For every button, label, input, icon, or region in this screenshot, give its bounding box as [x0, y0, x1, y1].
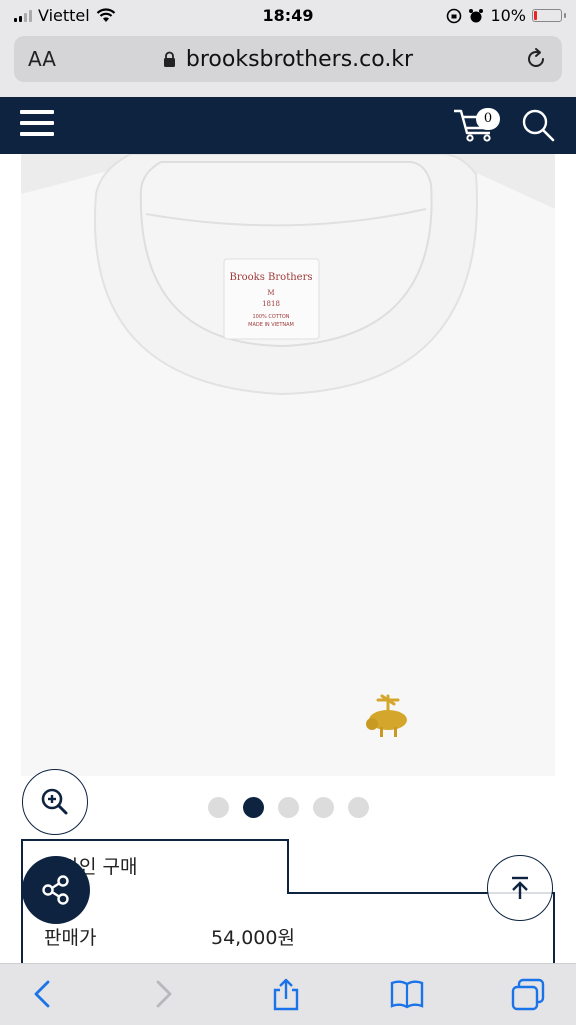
tag-brand: Brooks Brothers — [230, 272, 313, 283]
battery-icon — [532, 9, 566, 22]
carousel-dot[interactable] — [313, 797, 334, 818]
back-icon[interactable] — [30, 978, 56, 1010]
menu-icon[interactable] — [20, 110, 54, 140]
tabs-icon[interactable] — [510, 978, 546, 1012]
search-icon[interactable] — [520, 107, 556, 143]
cart-count-badge: 0 — [476, 108, 500, 130]
tshirt-illustration: Brooks Brothers M 1818 100% COTTON MADE … — [21, 154, 555, 776]
info-box-border-left — [21, 839, 23, 969]
zoom-button[interactable] — [22, 769, 88, 835]
info-box-border-step — [287, 839, 289, 894]
text-size-button[interactable]: AA — [28, 47, 56, 71]
url-domain[interactable]: brooksbrothers.co.kr — [186, 47, 413, 72]
browser-toolbar — [0, 963, 576, 1025]
info-box-border-right — [553, 892, 555, 969]
orientation-lock-icon — [447, 8, 462, 23]
arrow-up-icon — [512, 876, 528, 899]
tag-line2: MADE IN VIETNAM — [248, 322, 294, 328]
product-image[interactable]: Brooks Brothers M 1818 100% COTTON MADE … — [21, 154, 555, 776]
carousel-dot[interactable] — [278, 797, 299, 818]
alarm-icon — [469, 8, 484, 22]
share-sheet-icon[interactable] — [270, 978, 302, 1012]
share-icon — [42, 875, 69, 905]
scroll-to-top-button[interactable] — [487, 855, 553, 921]
carousel-dots — [208, 797, 369, 818]
bookmarks-icon[interactable] — [390, 978, 424, 1010]
tag-line1: 100% COTTON — [252, 314, 289, 320]
carousel-dot[interactable] — [243, 797, 264, 818]
price-value: 54,000원 — [211, 927, 295, 949]
lock-icon — [163, 51, 175, 67]
status-bar: Viettel 18:49 10% — [0, 0, 576, 30]
battery-percent: 10% — [490, 6, 526, 25]
price-label: 판매가 — [44, 927, 97, 949]
reload-icon[interactable] — [524, 47, 548, 71]
forward-icon[interactable] — [150, 978, 176, 1010]
address-bar[interactable]: AA brooksbrothers.co.kr — [14, 36, 562, 82]
browser-chrome: Viettel 18:49 10% AA brooksbrothers.co.k… — [0, 0, 576, 97]
tag-year: 1818 — [262, 300, 280, 308]
carousel-dot[interactable] — [348, 797, 369, 818]
tag-size: M — [267, 289, 274, 297]
zoom-in-icon — [41, 788, 68, 815]
carousel-dot[interactable] — [208, 797, 229, 818]
brand-tag: Brooks Brothers M 1818 100% COTTON MADE … — [223, 258, 320, 340]
share-button[interactable] — [22, 856, 90, 924]
info-box-border-top-left — [21, 839, 289, 841]
